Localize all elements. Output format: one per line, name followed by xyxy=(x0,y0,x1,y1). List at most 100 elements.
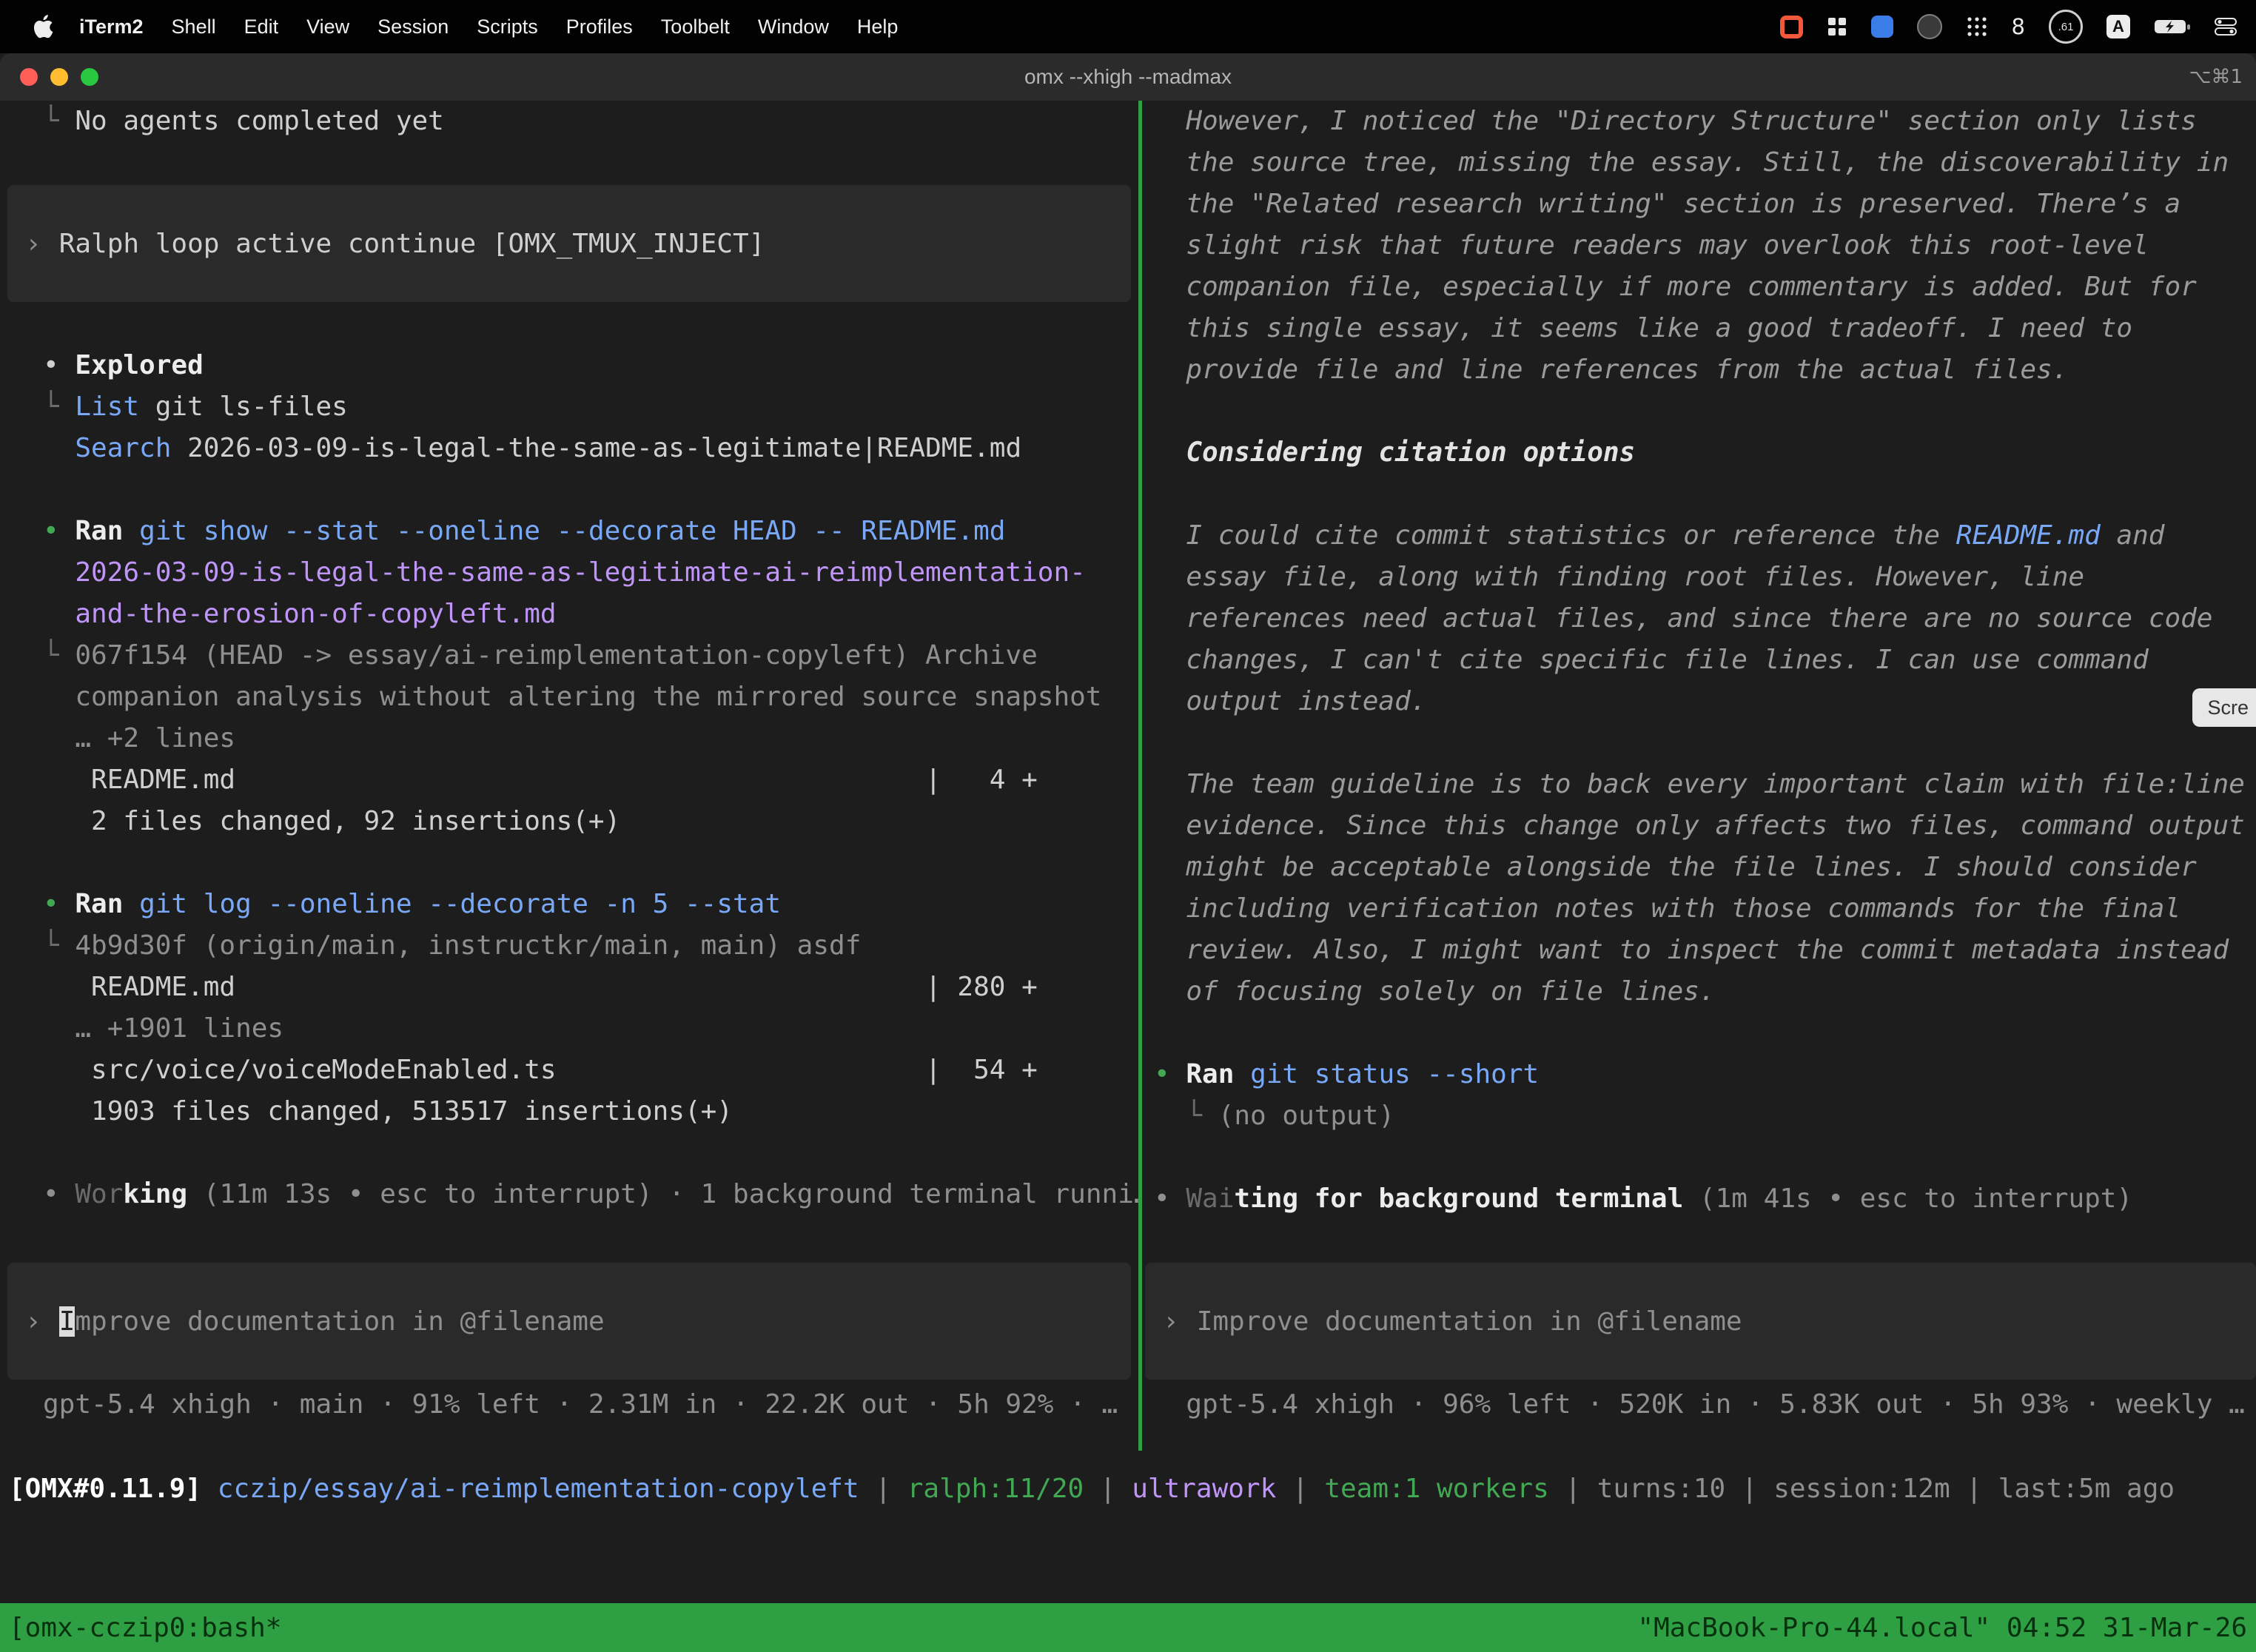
terminal-line: changes, I can't cite specific file line… xyxy=(1142,639,2256,681)
terminal-line: of focusing solely on file lines. xyxy=(1142,971,2256,1013)
battery-icon[interactable] xyxy=(2154,18,2191,36)
input-source-icon[interactable]: A xyxy=(2106,15,2130,38)
tmux-status-bar: [omx-cczip0:bash* "MacBook-Pro-44.local"… xyxy=(0,1603,2256,1652)
terminal-line: • Ran git log --oneline --decorate -n 5 … xyxy=(0,884,1138,925)
screen-recording-icon[interactable] xyxy=(1780,16,1803,38)
terminal-content: └ No agents completed yet › Ralph loop a… xyxy=(0,101,2256,1451)
input-placeholder: mprove documentation in @filename xyxy=(75,1306,604,1337)
traffic-lights xyxy=(0,68,98,86)
terminal-line: this single essay, it seems like a good … xyxy=(1142,308,2256,349)
terminal-line xyxy=(1142,474,2256,515)
terminal-line: including verification notes with those … xyxy=(1142,888,2256,930)
terminal-line: might be acceptable alongside the file l… xyxy=(1142,847,2256,888)
eight-key-icon[interactable]: 8 xyxy=(2012,14,2025,39)
terminal-line xyxy=(0,469,1138,511)
window-grid-icon[interactable] xyxy=(1827,16,1847,37)
menu-item-shell[interactable]: Shell xyxy=(158,16,230,38)
menu-item-scripts[interactable]: Scripts xyxy=(463,16,552,38)
terminal-line: companion analysis without altering the … xyxy=(0,676,1138,718)
terminal-line: src/voice/voiceModeEnabled.ts | 54 + xyxy=(0,1050,1138,1091)
terminal-line: … +1901 lines xyxy=(0,1008,1138,1050)
omx-status-bar: [OMX#0.11.9] cczip/essay/ai-reimplementa… xyxy=(0,1468,2256,1510)
terminal-line: • Waiting for background terminal (1m 41… xyxy=(1142,1178,2256,1220)
window-title-bar: omx --xhigh --madmax ⌥⌘1 xyxy=(0,53,2256,101)
menu-bar-status-icons: 8 .61 A xyxy=(1780,10,2237,44)
tmux-host-time: "MacBook-Pro-44.local" 04:52 31-Mar-26 xyxy=(1637,1613,2247,1643)
banner-prompt-chevron: › xyxy=(25,229,41,259)
gauge-badge-icon[interactable]: .61 xyxy=(2049,10,2083,44)
dots-grid-icon[interactable] xyxy=(1966,16,1988,38)
terminal-line xyxy=(0,842,1138,884)
minimize-button[interactable] xyxy=(50,68,68,86)
inject-banner: › Ralph loop active continue [OMX_TMUX_I… xyxy=(7,185,1131,302)
zoom-button[interactable] xyxy=(81,68,98,86)
input-prompt-chevron: › xyxy=(25,1306,41,1337)
left-prompt-input[interactable]: › I mprove documentation in @filename xyxy=(7,1263,1131,1380)
right-model-status: gpt-5.4 xhigh · 96% left · 520K in · 5.8… xyxy=(1142,1384,2256,1426)
menu-item-view[interactable]: View xyxy=(292,16,363,38)
terminal-line: [OMX#0.11.9] cczip/essay/ai-reimplementa… xyxy=(0,1468,2256,1510)
right-scrollback: However, I noticed the "Directory Struct… xyxy=(1142,101,2256,1220)
terminal-line: 2 files changed, 92 insertions(+) xyxy=(0,801,1138,842)
input-placeholder: Improve documentation in @filename xyxy=(1197,1306,1742,1337)
close-button[interactable] xyxy=(20,68,38,86)
right-prompt-input[interactable]: › Improve documentation in @filename xyxy=(1145,1263,2256,1380)
terminal-line: the "Related research writing" section i… xyxy=(1142,184,2256,225)
menu-item-session[interactable]: Session xyxy=(363,16,463,38)
terminal-line: Search 2026-03-09-is-legal-the-same-as-l… xyxy=(0,428,1138,469)
menu-bar: iTerm2 Shell Edit View Session Scripts P… xyxy=(0,0,2256,53)
menu-item-profiles[interactable]: Profiles xyxy=(552,16,647,38)
tmux-session-label: [omx-cczip0:bash* xyxy=(9,1613,281,1643)
terminal-line xyxy=(1142,722,2256,764)
terminal-line: • Ran git show --stat --oneline --decora… xyxy=(0,511,1138,552)
terminal-line: └ (no output) xyxy=(1142,1095,2256,1137)
left-model-status: gpt-5.4 xhigh · main · 91% left · 2.31M … xyxy=(0,1384,1138,1426)
dark-app-icon[interactable] xyxy=(1917,14,1942,39)
terminal-line: The team guideline is to back every impo… xyxy=(1142,764,2256,805)
terminal-line: and-the-erosion-of-copyleft.md xyxy=(0,594,1138,635)
control-center-icon[interactable] xyxy=(2215,17,2237,36)
terminal-line: essay file, along with finding root file… xyxy=(1142,557,2256,598)
text-cursor: I xyxy=(59,1306,75,1337)
menu-item-window[interactable]: Window xyxy=(744,16,843,38)
blue-app-icon[interactable] xyxy=(1871,16,1893,38)
terminal-line xyxy=(1142,1013,2256,1054)
menu-item-edit[interactable]: Edit xyxy=(230,16,293,38)
menu-item-toolbelt[interactable]: Toolbelt xyxy=(647,16,744,38)
banner-text: Ralph loop active continue [OMX_TMUX_INJ… xyxy=(59,229,765,259)
terminal-line: output instead. xyxy=(1142,681,2256,722)
terminal-line: └ No agents completed yet xyxy=(0,101,1138,142)
terminal-line: • Explored xyxy=(0,345,1138,386)
left-pane: └ No agents completed yet › Ralph loop a… xyxy=(0,101,1138,1451)
terminal-line: evidence. Since this change only affects… xyxy=(1142,805,2256,847)
terminal-line: the source tree, missing the essay. Stil… xyxy=(1142,142,2256,184)
terminal-line: I could cite commit statistics or refere… xyxy=(1142,515,2256,557)
terminal-line: However, I noticed the "Directory Struct… xyxy=(1142,101,2256,142)
terminal-line: slight risk that future readers may over… xyxy=(1142,225,2256,266)
menu-item-iterm2[interactable]: iTerm2 xyxy=(65,16,158,38)
screen-share-overlay[interactable]: Scre xyxy=(2192,688,2256,727)
right-pane: However, I noticed the "Directory Struct… xyxy=(1142,101,2256,1451)
terminal-line: • Ran git status --short xyxy=(1142,1054,2256,1095)
menu-item-help[interactable]: Help xyxy=(843,16,913,38)
terminal-line xyxy=(0,1132,1138,1174)
terminal-line: references need actual files, and since … xyxy=(1142,598,2256,639)
terminal-line xyxy=(1142,391,2256,432)
terminal-line: Considering citation options xyxy=(1142,432,2256,474)
terminal-line: README.md | 4 + xyxy=(0,759,1138,801)
menu-bar-left: iTerm2 Shell Edit View Session Scripts P… xyxy=(34,15,912,38)
window-shortcut-badge: ⌥⌘1 xyxy=(2189,66,2243,88)
apple-menu-icon[interactable] xyxy=(34,15,53,38)
terminal-line: provide file and line references from th… xyxy=(1142,349,2256,391)
terminal-line: … +2 lines xyxy=(0,718,1138,759)
terminal-line: └ 4b9d30f (origin/main, instructkr/main,… xyxy=(0,925,1138,967)
terminal-line: └ 067f154 (HEAD -> essay/ai-reimplementa… xyxy=(0,635,1138,676)
left-scrollback: • Explored└ List git ls-files Search 202… xyxy=(0,345,1138,1215)
screen: { "menubar": { "items": ["iTerm2","Shell… xyxy=(0,0,2256,1652)
left-scrollback-top: └ No agents completed yet xyxy=(0,101,1138,142)
terminal-line: review. Also, I might want to inspect th… xyxy=(1142,930,2256,971)
input-prompt-chevron: › xyxy=(1163,1306,1179,1337)
terminal-line: • Working (11m 13s • esc to interrupt) ·… xyxy=(0,1174,1138,1215)
terminal-line: README.md | 280 + xyxy=(0,967,1138,1008)
terminal-line: 2026-03-09-is-legal-the-same-as-legitima… xyxy=(0,552,1138,594)
